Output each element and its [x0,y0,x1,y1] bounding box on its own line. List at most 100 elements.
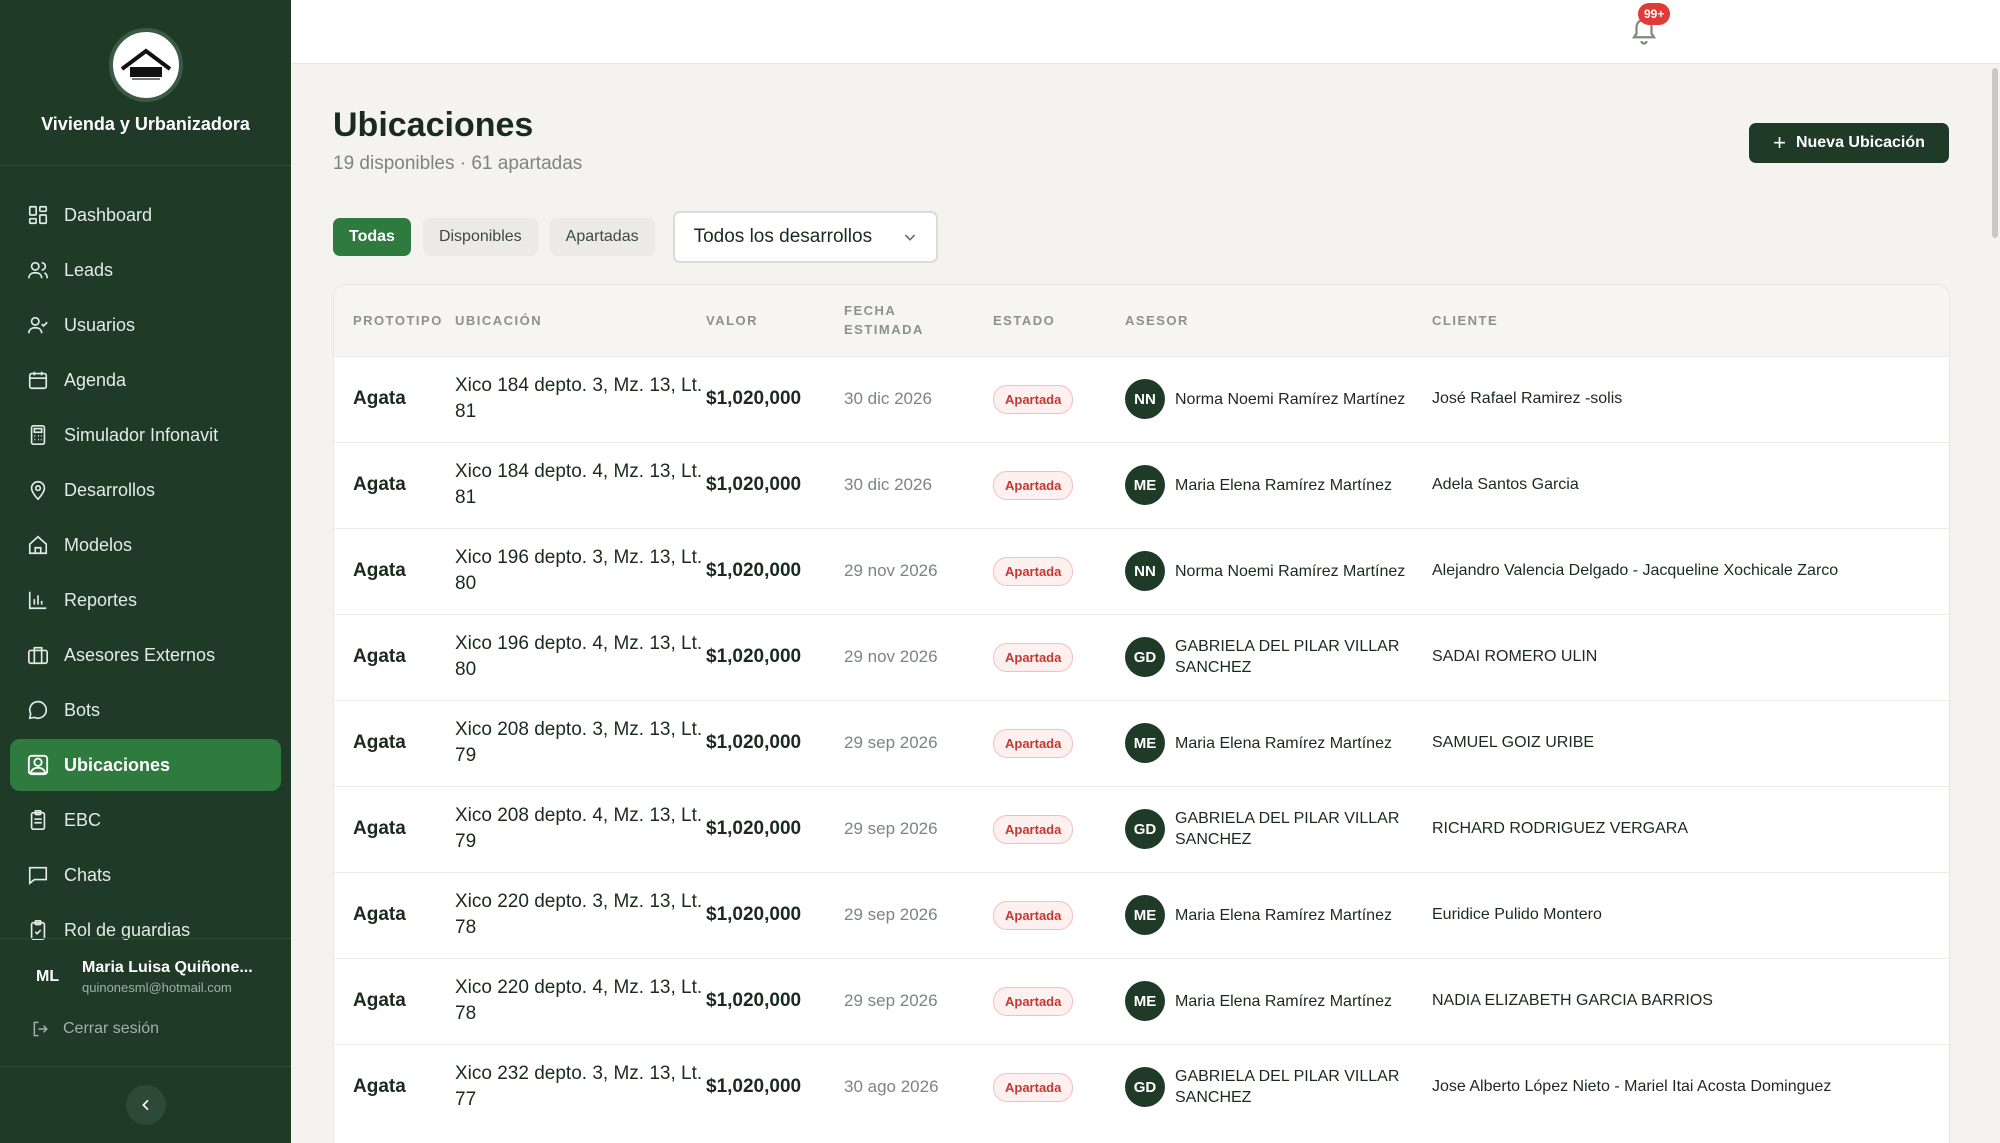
cell-fecha: 29 sep 2026 [844,991,938,1010]
column-header-ubicacion[interactable]: UBICACIÓN [455,285,706,356]
cell-asesor: NN Norma Noemi Ramírez Martínez [1125,356,1432,442]
cell-estado: Apartada [993,786,1125,872]
development-select-value: Todos los desarrollos [693,226,873,247]
column-header-asesor[interactable]: ASESOR [1125,285,1432,356]
page-subtitle: 19 disponibles · 61 apartadas [333,153,583,174]
page-title: Ubicaciones [333,106,534,144]
sidebar-item-asesores-externos[interactable]: Asesores Externos [10,629,281,681]
column-header-fecha[interactable]: FECHA ESTIMADA [844,285,993,356]
table-row[interactable]: Agata Xico 208 depto. 4, Mz. 13, Lt. 79 … [334,786,1949,872]
cell-valor: $1,020,000 [706,474,802,495]
avatar: ME [1125,895,1165,935]
sidebar-item-reportes[interactable]: Reportes [10,574,281,626]
sidebar-item-label: Agenda [64,369,127,390]
cell-asesor: ME Maria Elena Ramírez Martínez [1125,442,1432,528]
sidebar-item-chats[interactable]: Chats [10,849,281,901]
locations-table: PROTOTIPO UBICACIÓN VALOR FECHA ESTIMADA … [334,285,1949,1130]
cell-cliente: RICHARD RODRIGUEZ VERGARA [1432,820,1689,837]
asesor-name: Norma Noemi Ramírez Martínez [1175,390,1406,408]
avatar: GD [1125,637,1165,677]
sidebar-item-label: Ubicaciones [64,754,171,775]
bar-chart-icon [28,591,47,610]
cell-prototipo: Agata [353,560,406,581]
sidebar-item-label: Leads [64,259,114,280]
cell-cliente: Adela Santos Garcia [1432,476,1579,493]
page-scrollbar[interactable] [1990,64,2000,1143]
house-logo-icon [120,48,171,80]
column-header-prototipo[interactable]: PROTOTIPO [334,285,455,356]
avatar: NN [1125,379,1165,419]
user-profile[interactable]: ML Maria Luisa Quiñone... quinonesml@hot… [36,959,291,995]
cell-fecha: 29 sep 2026 [844,905,938,924]
sidebar-item-agenda[interactable]: Agenda [10,354,281,406]
column-header-cliente[interactable]: CLIENTE [1432,285,1949,356]
filter-chip-disponibles[interactable]: Disponibles [422,218,538,256]
table-row[interactable]: Agata Xico 184 depto. 4, Mz. 13, Lt. 81 … [334,442,1949,528]
filter-chip-apartadas[interactable]: Apartadas [549,218,655,256]
user-check-icon [28,316,48,334]
map-pin-icon [30,480,46,501]
status-badge: Apartada [993,728,1074,758]
avatar: ML [36,968,60,985]
sidebar-item-label: Reportes [64,589,138,610]
company-logo[interactable] [108,28,183,102]
asesor-name: GABRIELA DEL PILAR VILLAR SANCHEZ [1175,638,1400,676]
sidebar: Vivienda y Urbanizadora Dashboard Leads … [0,0,291,1143]
table-row[interactable]: Agata Xico 196 depto. 4, Mz. 13, Lt. 80 … [334,614,1949,700]
filter-bar: Todas Disponibles Apartadas Todos los de… [333,211,938,263]
logout-button[interactable]: Cerrar sesión [31,1019,291,1039]
status-badge: Apartada [993,556,1074,586]
avatar: GD [1125,1067,1165,1108]
development-select[interactable]: Todos los desarrollos [672,211,938,263]
column-header-estado[interactable]: ESTADO [993,285,1125,356]
cell-estado: Apartada [993,528,1125,614]
collapse-sidebar-button[interactable] [125,1085,166,1125]
table-row[interactable]: Agata Xico 220 depto. 3, Mz. 13, Lt. 78 … [334,872,1949,958]
clipboard-icon [30,810,46,830]
asesor-name: GABRIELA DEL PILAR VILLAR SANCHEZ [1175,810,1400,848]
asesor-name: Norma Noemi Ramírez Martínez [1175,562,1406,580]
table-row[interactable]: Agata Xico 184 depto. 3, Mz. 13, Lt. 81 … [334,356,1949,442]
cell-valor: $1,020,000 [706,904,802,925]
cell-ubicacion: Xico 220 depto. 3, Mz. 13, Lt. 78 [455,891,703,938]
cell-fecha: 30 dic 2026 [844,475,932,494]
sidebar-item-modelos[interactable]: Modelos [10,519,281,571]
table-row[interactable]: Agata Xico 220 depto. 4, Mz. 13, Lt. 78 … [334,958,1949,1044]
cell-cliente: Euridice Pulido Montero [1432,906,1602,923]
sidebar-item-usuarios[interactable]: Usuarios [10,299,281,351]
asesor-name: Maria Elena Ramírez Martínez [1175,906,1392,924]
sidebar-item-label: Dashboard [64,204,153,225]
sidebar-item-label: Chats [64,864,112,885]
asesor-name: Maria Elena Ramírez Martínez [1175,734,1392,752]
sidebar-item-dashboard[interactable]: Dashboard [10,189,281,241]
cell-prototipo: Agata [353,732,406,753]
new-location-button[interactable]: + Nueva Ubicación [1749,123,1949,163]
cell-ubicacion: Xico 208 depto. 4, Mz. 13, Lt. 79 [455,805,703,852]
chevron-down-icon [904,234,915,241]
cell-valor: $1,020,000 [706,990,802,1011]
filter-chip-todas[interactable]: Todas [333,218,411,256]
cell-cliente: SAMUEL GOIZ URIBE [1432,734,1595,751]
scrollbar-thumb[interactable] [1992,68,1998,238]
status-badge: Apartada [993,384,1074,414]
cell-ubicacion: Xico 196 depto. 3, Mz. 13, Lt. 80 [455,547,703,594]
sidebar-item-ubicaciones[interactable]: Ubicaciones [10,739,281,791]
cell-asesor: GD GABRIELA DEL PILAR VILLAR SANCHEZ [1125,1044,1432,1130]
table-header-row: PROTOTIPO UBICACIÓN VALOR FECHA ESTIMADA … [334,285,1949,356]
cell-valor: $1,020,000 [706,818,802,839]
table-row[interactable]: Agata Xico 232 depto. 3, Mz. 13, Lt. 77 … [334,1044,1949,1130]
cell-cliente: Jose Alberto López Nieto - Mariel Itai A… [1432,1078,1832,1096]
column-header-valor[interactable]: VALOR [706,285,844,356]
sidebar-item-simulador-infonavit[interactable]: Simulador Infonavit [10,409,281,461]
sidebar-item-desarrollos[interactable]: Desarrollos [10,464,281,516]
plus-icon: + [1773,130,1786,155]
cell-fecha: 29 nov 2026 [844,647,938,666]
table-row[interactable]: Agata Xico 196 depto. 3, Mz. 13, Lt. 80 … [334,528,1949,614]
cell-asesor: GD GABRIELA DEL PILAR VILLAR SANCHEZ [1125,614,1432,700]
sidebar-item-leads[interactable]: Leads [10,244,281,296]
table-row[interactable]: Agata Xico 208 depto. 3, Mz. 13, Lt. 79 … [334,700,1949,786]
user-name: Maria Luisa Quiñone... [82,959,253,976]
sidebar-item-bots[interactable]: Bots [10,684,281,736]
status-badge: Apartada [993,986,1074,1016]
sidebar-item-ebc[interactable]: EBC [10,794,281,846]
